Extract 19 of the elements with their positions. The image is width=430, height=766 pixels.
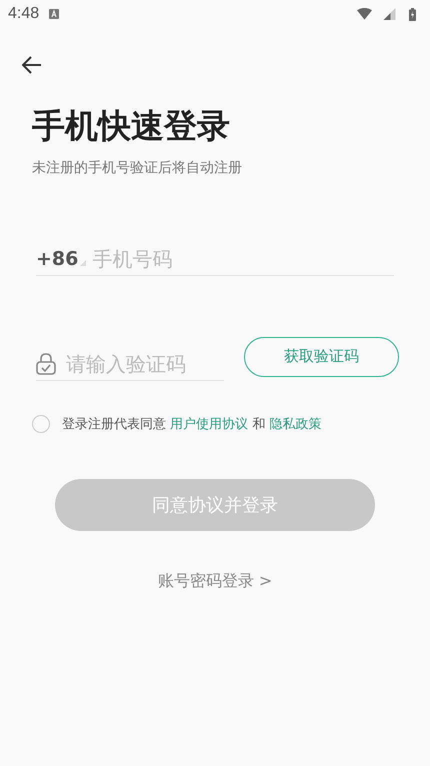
wifi-icon [357, 8, 372, 20]
password-login-link[interactable]: 账号密码登录 > [158, 571, 272, 592]
code-field[interactable]: 请输入验证码 [36, 344, 224, 381]
phone-input[interactable]: 手机号码 [92, 247, 322, 271]
dropdown-icon[interactable] [80, 260, 86, 266]
agreement-text: 登录注册代表同意 用户使用协议 和 隐私政策 [62, 416, 322, 433]
signal-icon [382, 8, 397, 20]
lock-icon [36, 353, 56, 375]
country-code[interactable]: +86 [36, 248, 78, 270]
agreement-link[interactable]: 隐私政策 [269, 417, 322, 432]
agree-checkbox[interactable] [32, 415, 50, 433]
notification-icon [49, 9, 60, 19]
page-subtitle: 未注册的手机号验证后将自动注册 [32, 159, 243, 177]
back-arrow-icon[interactable] [22, 56, 42, 74]
battery-icon [409, 8, 416, 20]
get-code-button[interactable]: 获取验证码 [244, 336, 399, 376]
status-time: 4:48 [8, 5, 40, 23]
agreement-link[interactable]: 用户使用协议 [170, 417, 248, 432]
page-title: 手机快速登录 [32, 105, 231, 147]
